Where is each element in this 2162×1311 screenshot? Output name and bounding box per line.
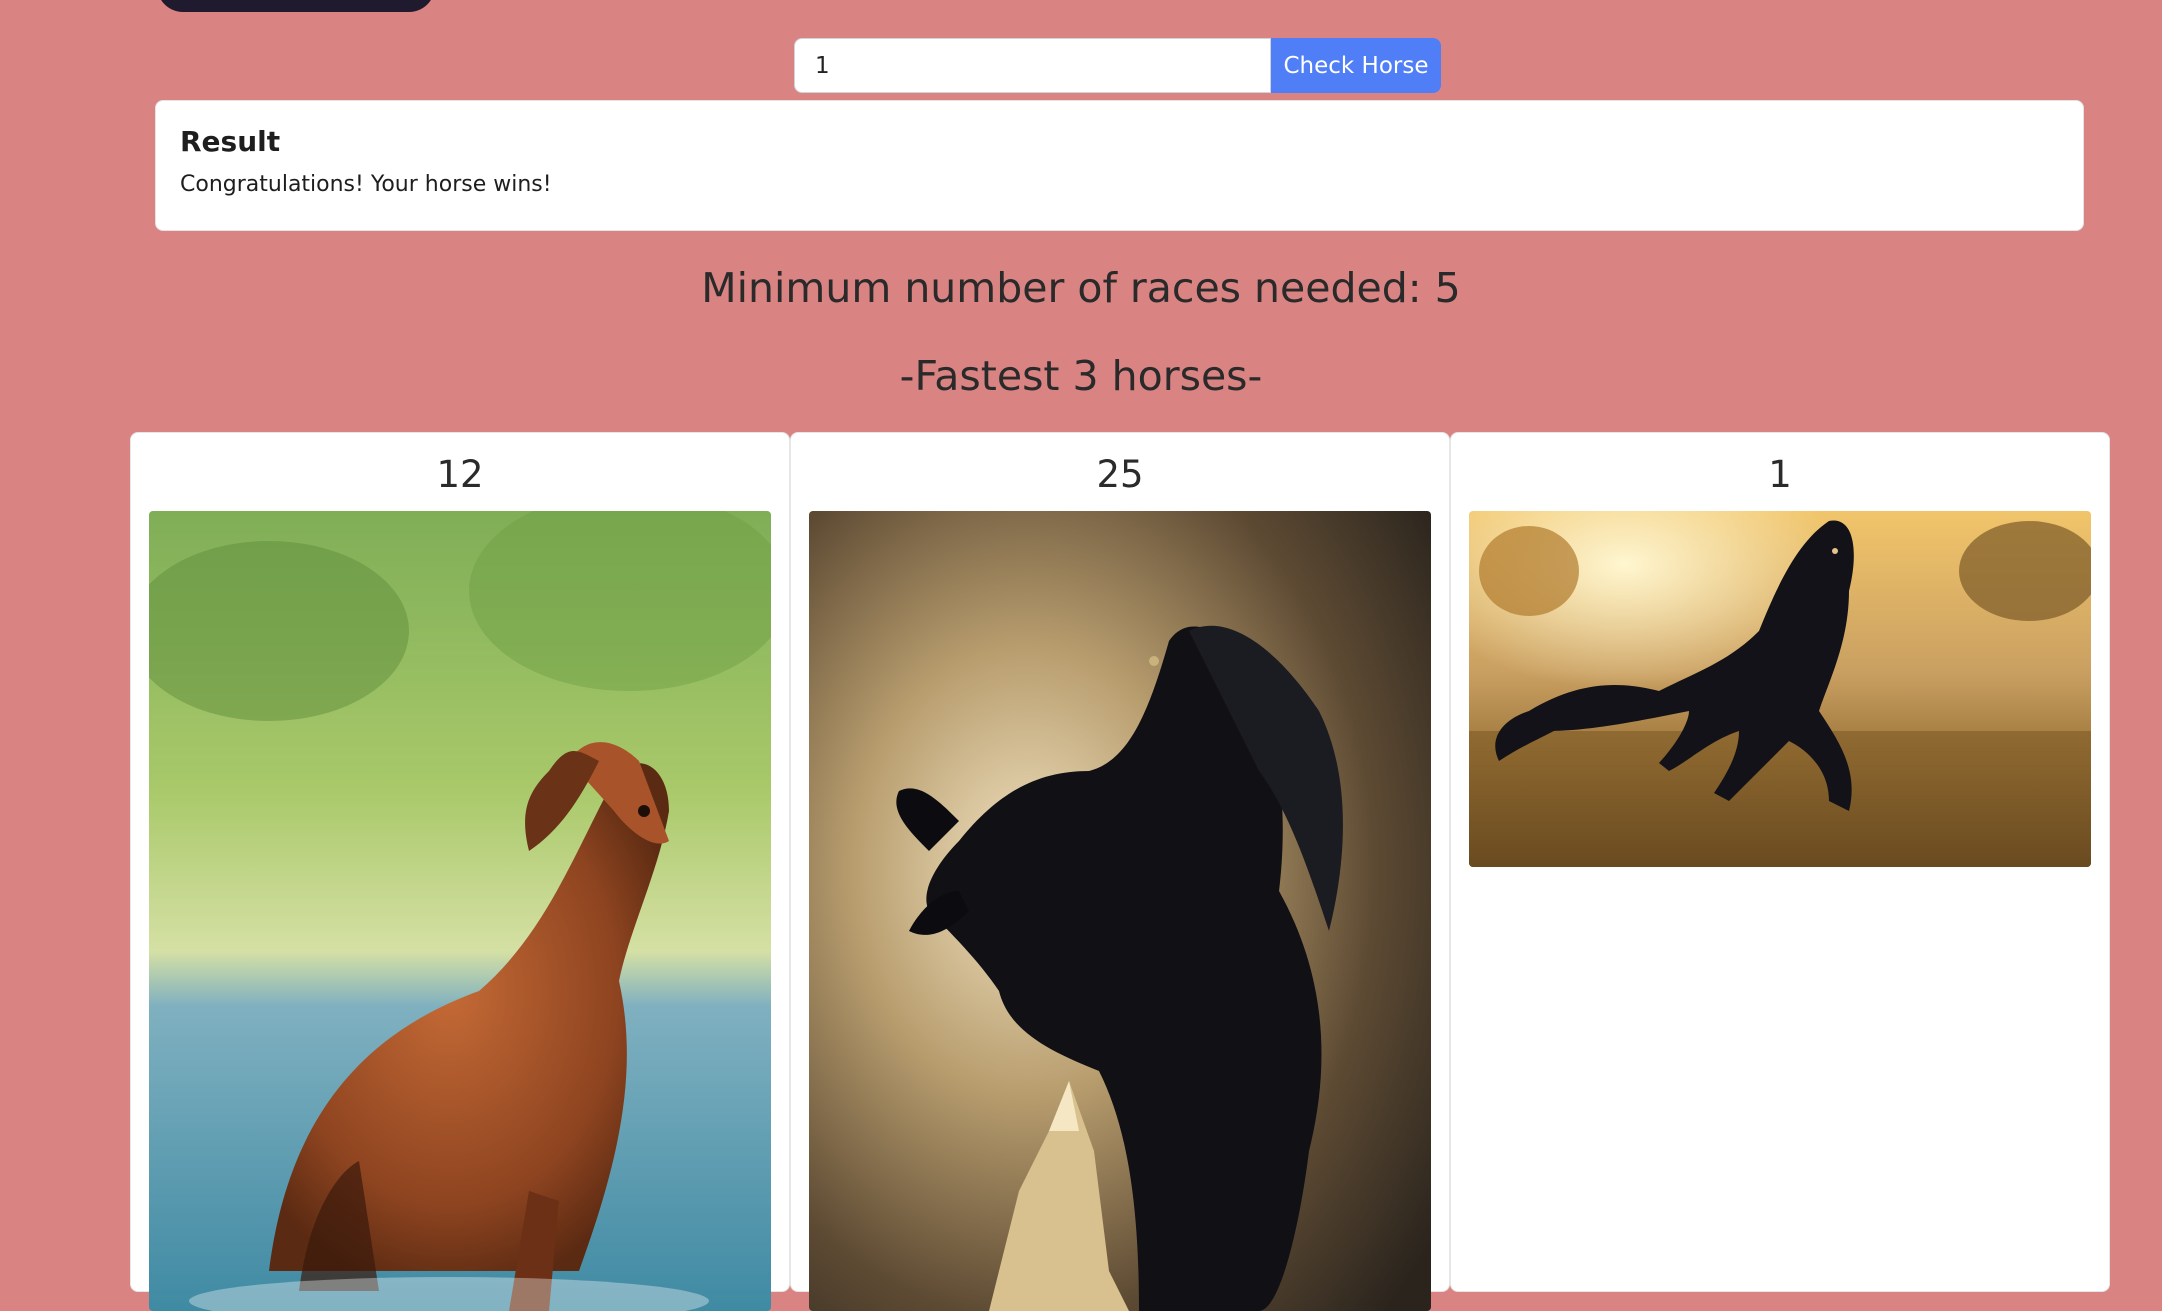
horse-card: 1 (1450, 432, 2110, 1292)
min-races-heading: Minimum number of races needed: 5 (701, 264, 1461, 312)
horse-search-row: Check Horse (794, 38, 1441, 93)
horse-card: 25 (790, 432, 1450, 1311)
horse-card: 12 (130, 432, 790, 1311)
horse-number-input[interactable] (794, 38, 1271, 93)
check-horse-button[interactable]: Check Horse (1271, 38, 1441, 93)
result-card: Result Congratulations! Your horse wins! (155, 100, 2084, 231)
horse-number: 12 (436, 453, 484, 496)
horse-image-chestnut (149, 511, 771, 1311)
horse-image-black-rearing (809, 511, 1431, 1311)
horse-image-black-galloping (1469, 511, 2091, 867)
horse-number: 1 (1768, 453, 1792, 496)
result-message: Congratulations! Your horse wins! (180, 172, 552, 197)
result-title: Result (180, 125, 281, 158)
horse-number: 25 (1096, 453, 1144, 496)
top-dark-button[interactable] (157, 0, 435, 12)
fastest-horses-heading: -Fastest 3 horses- (899, 352, 1263, 400)
